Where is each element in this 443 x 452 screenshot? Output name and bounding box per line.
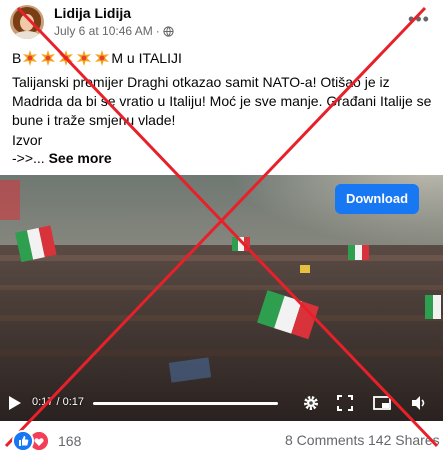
post-footer: 168 8 Comments 142 Shares xyxy=(0,428,443,452)
settings-icon[interactable] xyxy=(302,394,320,412)
post-timestamp[interactable]: July 6 at 10:46 AM xyxy=(54,24,153,38)
headline-first: B xyxy=(12,50,22,66)
download-button[interactable]: Download xyxy=(335,184,419,214)
burst-icon xyxy=(41,50,56,66)
see-more-link[interactable]: See more xyxy=(49,150,112,166)
volume-icon[interactable] xyxy=(410,394,428,412)
shares-count[interactable]: 142 Shares xyxy=(368,432,440,448)
post-headline: B M u ITALIJI xyxy=(12,50,182,66)
headline-last: M u ITALIJI xyxy=(111,50,182,66)
meta-separator: · xyxy=(155,24,160,38)
globe-icon xyxy=(163,25,174,37)
like-icon xyxy=(12,430,34,452)
video-controls: 0:17 / 0:17 xyxy=(0,388,443,418)
video-player[interactable]: Download xyxy=(0,175,443,421)
reactions[interactable]: 168 xyxy=(12,430,81,452)
post-header: Lidija Lidija July 6 at 10:46 AM · ••• xyxy=(0,0,443,40)
burst-icon xyxy=(77,50,92,66)
comments-count[interactable]: 8 Comments xyxy=(285,432,364,448)
post-body: Talijanski premijer Draghi otkazao samit… xyxy=(12,74,432,128)
fullscreen-icon[interactable] xyxy=(336,394,354,412)
progress-bar[interactable] xyxy=(93,402,278,405)
source-arrow: ->>... xyxy=(12,150,45,166)
burst-icon xyxy=(95,50,110,66)
video-time: 0:17 / 0:17 xyxy=(32,396,84,408)
author-name[interactable]: Lidija Lidija xyxy=(54,5,131,21)
play-icon[interactable] xyxy=(8,395,22,411)
more-options-icon[interactable]: ••• xyxy=(407,9,431,29)
burst-icon xyxy=(59,50,74,66)
see-more-line: ->>... See more xyxy=(12,149,112,168)
source-label: Izvor xyxy=(12,132,43,148)
avatar[interactable] xyxy=(10,5,44,39)
reaction-count: 168 xyxy=(58,433,82,449)
post-meta: July 6 at 10:46 AM · xyxy=(54,24,174,38)
burst-icon xyxy=(23,50,38,66)
pip-icon[interactable] xyxy=(373,394,391,412)
